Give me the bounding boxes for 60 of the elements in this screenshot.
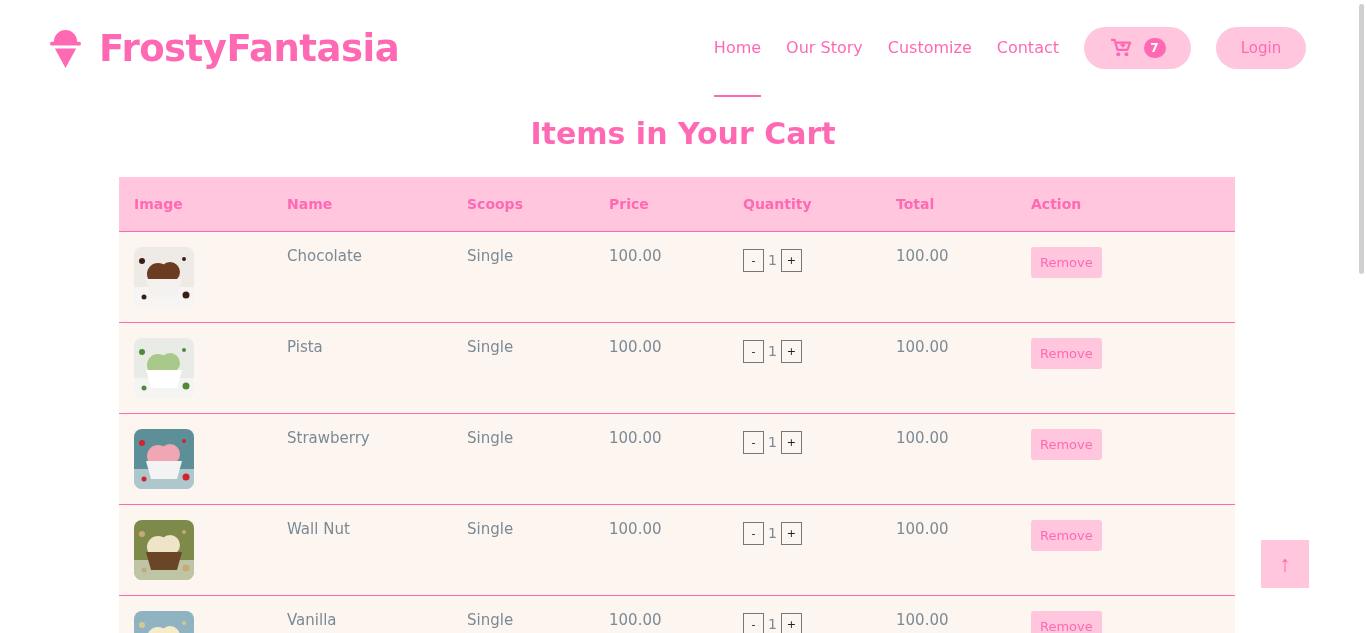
column-header: Scoops [466, 196, 524, 212]
decrease-button[interactable]: - [743, 522, 764, 545]
table-cell: Vanilla [287, 611, 337, 629]
column-header: Quantity [742, 196, 813, 212]
increase-button[interactable]: + [780, 522, 802, 545]
nav-link[interactable]: Customize [887, 0, 972, 97]
page-heading: Items in Your Cart [529, 116, 837, 151]
table-cell: 100.00 [609, 429, 662, 447]
table-cell: Single [467, 429, 514, 447]
table-cell: 100.00 [609, 247, 662, 265]
remove-button[interactable]: Remove [1031, 520, 1102, 551]
decrease-button[interactable]: - [743, 340, 764, 363]
quantity-value: 1 [768, 615, 777, 633]
back-to-top-button[interactable]: ↑ [1261, 540, 1309, 588]
table-cell: Single [467, 611, 514, 629]
quantity-value: 1 [768, 433, 777, 452]
column-header: Price [608, 196, 650, 212]
table-cell: 100.00 [609, 520, 662, 538]
table-cell: 100.00 [609, 611, 662, 629]
remove-button[interactable]: Remove [1031, 611, 1102, 633]
remove-button[interactable]: Remove [1031, 247, 1102, 278]
remove-button[interactable]: Remove [1031, 338, 1102, 369]
decrease-button[interactable]: - [743, 249, 764, 272]
column-header: Action [1030, 196, 1083, 212]
login-button[interactable]: Login [1216, 27, 1306, 69]
nav-link[interactable]: Contact [996, 0, 1059, 97]
column-header: Total [895, 196, 936, 212]
cart-button[interactable]: 7 [1084, 27, 1191, 69]
table-cell: 100.00 [896, 247, 949, 265]
nav-link[interactable]: Our Story [786, 0, 863, 97]
cart-count-badge: 7 [1143, 38, 1166, 58]
remove-button[interactable]: Remove [1031, 429, 1102, 460]
increase-button[interactable]: + [780, 431, 802, 454]
cart-icon [1109, 38, 1132, 58]
table-cell: Chocolate [287, 247, 363, 265]
nav-link[interactable]: Home [713, 0, 762, 97]
table-cell: 100.00 [896, 429, 949, 447]
increase-button[interactable]: + [780, 613, 802, 633]
table-cell: Single [467, 338, 514, 356]
brand-name[interactable]: FrostyFantasia [99, 26, 400, 70]
table-cell: 100.00 [609, 338, 662, 356]
table-cell: Pista [287, 338, 323, 356]
column-header: Image [133, 196, 184, 212]
quantity-value: 1 [768, 342, 777, 361]
decrease-button[interactable]: - [743, 613, 764, 633]
increase-button[interactable]: + [780, 340, 802, 363]
ice-cream-icon [50, 27, 81, 69]
table-cell: Strawberry [287, 429, 370, 447]
table-cell: Single [467, 247, 514, 265]
table-cell: 100.00 [896, 520, 949, 538]
quantity-value: 1 [768, 251, 777, 270]
quantity-value: 1 [768, 524, 777, 543]
table-cell: Single [467, 520, 514, 538]
decrease-button[interactable]: - [743, 431, 764, 454]
table-cell: 100.00 [896, 611, 949, 629]
increase-button[interactable]: + [780, 249, 802, 272]
column-header: Name [286, 196, 334, 212]
table-cell: 100.00 [896, 338, 949, 356]
table-cell: Wall Nut [287, 520, 350, 538]
scrollbar[interactable] [1359, 4, 1364, 274]
